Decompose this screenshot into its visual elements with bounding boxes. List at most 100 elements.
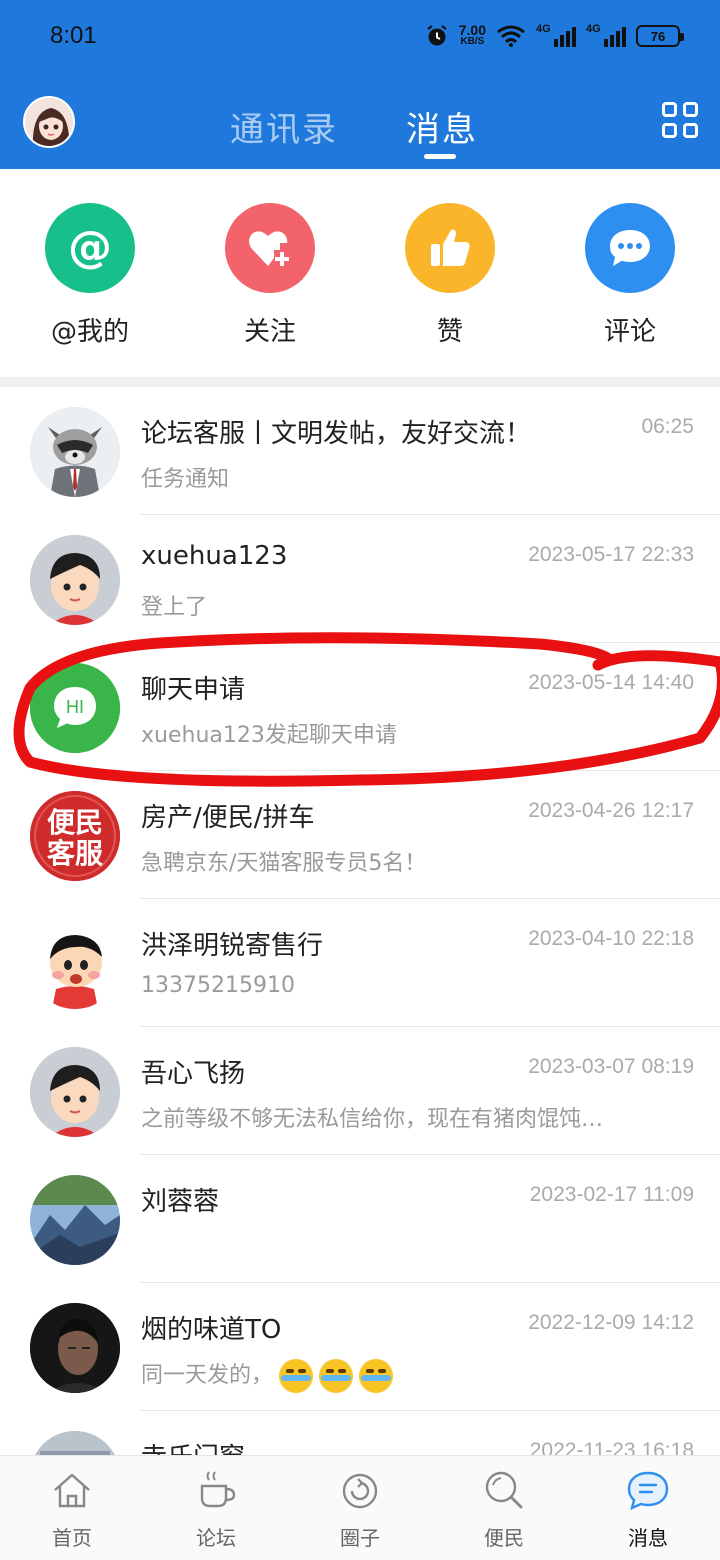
tab-contacts[interactable]: 通讯录 bbox=[230, 102, 338, 151]
quick-action-at-me[interactable]: @ @我的 bbox=[20, 203, 160, 348]
message-time: 2023-04-10 22:18 bbox=[528, 927, 694, 950]
message-preview: 13375215910 bbox=[141, 973, 295, 998]
message-row[interactable]: 便民 客服 房产/便民/拼车 急聘京东/天猫客服专员5名！ 2023-04-26… bbox=[0, 771, 720, 899]
search-icon bbox=[485, 1471, 523, 1509]
thumbs-up-icon bbox=[405, 203, 495, 293]
nav-forum[interactable]: 论坛 bbox=[166, 1468, 266, 1551]
message-row[interactable]: 论坛客服丨文明发帖，友好交流！ 任务通知 06:25 bbox=[0, 387, 720, 515]
message-row[interactable]: 吾心飞扬 之前等级不够无法私信给你，现在有猪肉馄饨… 2023-03-07 08… bbox=[0, 1027, 720, 1155]
svg-text:@: @ bbox=[68, 222, 112, 273]
quick-action-comment[interactable]: 评论 bbox=[560, 203, 700, 348]
quick-action-label: @我的 bbox=[50, 317, 129, 347]
alarm-icon bbox=[427, 25, 447, 46]
message-time: 2023-03-07 08:19 bbox=[528, 1055, 694, 1078]
tab-messages[interactable]: 消息 bbox=[406, 102, 478, 151]
grid-icon[interactable] bbox=[662, 102, 698, 138]
message-time: 2022-12-09 14:12 bbox=[528, 1311, 694, 1334]
signal-2-icon: 4G bbox=[586, 23, 626, 47]
message-row[interactable]: 烟的味道TO 同一天发的， 2022-12-09 14:12 bbox=[0, 1283, 720, 1411]
message-preview: 急聘京东/天猫客服专员5名！ bbox=[141, 851, 427, 876]
raccoon-avatar bbox=[30, 407, 120, 497]
bianmin-kefu-avatar: 便民 客服 bbox=[30, 791, 120, 881]
battery-icon: 76 bbox=[636, 25, 684, 47]
man-portrait-avatar bbox=[30, 1303, 120, 1393]
signal-1-icon: 4G bbox=[536, 23, 576, 47]
message-list: 论坛客服丨文明发帖，友好交流！ 任务通知 06:25 xuehua123 登上了… bbox=[0, 387, 720, 1455]
message-preview: 之前等级不够无法私信给你，现在有猪肉馄饨… bbox=[141, 1107, 604, 1132]
crying-laughing-emoji-icon bbox=[279, 1359, 314, 1393]
at-icon: @ bbox=[45, 203, 135, 293]
app-header: 8:01 7.00 KB/S 4G 4G 76 通讯录 消息 bbox=[0, 0, 720, 169]
message-row[interactable]: 刘蓉蓉 2023-02-17 11:09 bbox=[0, 1155, 720, 1283]
net-speed: 7.00 KB/S bbox=[458, 22, 486, 48]
status-icons: 7.00 KB/S 4G 4G 76 bbox=[425, 20, 684, 52]
crying-laughing-emoji-icon bbox=[319, 1359, 354, 1393]
home-icon bbox=[54, 1473, 90, 1508]
hi-text: HI bbox=[66, 697, 84, 717]
wifi-icon bbox=[497, 25, 525, 47]
section-divider bbox=[0, 377, 720, 387]
message-time: 06:25 bbox=[641, 415, 694, 438]
message-row[interactable]: 洪泽明锐寄售行 13375215910 2023-04-10 22:18 bbox=[0, 899, 720, 1027]
cartoon-boy-avatar bbox=[30, 535, 120, 625]
message-title: 聊天申请 bbox=[141, 675, 246, 705]
nav-label: 便民 bbox=[484, 1526, 524, 1550]
svg-text:客服: 客服 bbox=[47, 837, 104, 870]
message-bubble-icon bbox=[627, 1471, 669, 1511]
my-avatar[interactable] bbox=[23, 96, 75, 148]
heart-plus-icon bbox=[225, 203, 315, 293]
message-time: 2023-05-17 22:33 bbox=[528, 543, 694, 566]
message-title: 吾心飞扬 bbox=[141, 1059, 246, 1089]
message-preview: xuehua123发起聊天申请 bbox=[141, 723, 397, 748]
top-nav: 通讯录 消息 bbox=[0, 80, 720, 169]
message-title: xuehua123 bbox=[141, 541, 288, 571]
hi-chat-avatar: HI bbox=[30, 663, 120, 753]
nav-label: 消息 bbox=[628, 1526, 668, 1550]
nav-convenience[interactable]: 便民 bbox=[454, 1468, 554, 1551]
landscape-avatar bbox=[30, 1175, 120, 1265]
comment-icon bbox=[585, 203, 675, 293]
message-row[interactable]: 寺氏门窗 2022-11-23 16:18 bbox=[0, 1411, 720, 1455]
nav-label: 首页 bbox=[52, 1526, 92, 1550]
building-avatar bbox=[30, 1431, 120, 1455]
nav-label: 论坛 bbox=[196, 1526, 236, 1550]
quick-action-label: 评论 bbox=[603, 317, 656, 347]
nav-messages[interactable]: 消息 bbox=[598, 1468, 698, 1551]
girl-avatar-icon bbox=[25, 98, 73, 146]
message-row[interactable]: xuehua123 登上了 2023-05-17 22:33 bbox=[0, 515, 720, 643]
circle-refresh-icon bbox=[342, 1473, 378, 1509]
signal-1-label: 4G bbox=[536, 23, 551, 35]
message-title: 刘蓉蓉 bbox=[141, 1187, 220, 1217]
message-time: 2022-11-23 16:18 bbox=[529, 1439, 694, 1455]
message-title: 论坛客服丨文明发帖，友好交流！ bbox=[141, 419, 532, 449]
status-time: 8:01 bbox=[50, 22, 97, 49]
quick-action-label: 赞 bbox=[436, 317, 463, 347]
message-title: 烟的味道TO bbox=[141, 1315, 282, 1345]
quick-action-follow[interactable]: 关注 bbox=[200, 203, 340, 348]
cartoon-boy-avatar bbox=[30, 1047, 120, 1137]
crayon-kid-avatar bbox=[30, 919, 120, 1009]
status-bar: 8:01 7.00 KB/S 4G 4G 76 bbox=[0, 0, 720, 72]
message-time: 2023-04-26 12:17 bbox=[528, 799, 694, 822]
message-preview-text: 同一天发的， bbox=[141, 1363, 274, 1388]
quick-action-label: 关注 bbox=[243, 317, 296, 347]
coffee-cup-icon bbox=[200, 1471, 236, 1508]
nav-home[interactable]: 首页 bbox=[22, 1468, 122, 1551]
nav-label: 圈子 bbox=[340, 1526, 380, 1550]
signal-2-label: 4G bbox=[586, 23, 601, 35]
quick-actions: @ @我的 关注 赞 评论 bbox=[0, 169, 720, 377]
message-title: 寺氏门窗 bbox=[141, 1437, 245, 1455]
bottom-nav: 首页 论坛 圈子 便民 消息 bbox=[0, 1455, 720, 1560]
nav-circle[interactable]: 圈子 bbox=[310, 1468, 410, 1551]
message-preview: 登上了 bbox=[141, 595, 208, 620]
message-title: 洪泽明锐寄售行 bbox=[141, 931, 324, 961]
message-time: 2023-02-17 11:09 bbox=[529, 1183, 694, 1206]
crying-laughing-emoji-icon bbox=[359, 1359, 394, 1393]
svg-text:便民: 便民 bbox=[47, 806, 103, 839]
net-speed-value: 7.00 bbox=[458, 22, 486, 38]
message-row[interactable]: HI 聊天申请 xuehua123发起聊天申请 2023-05-14 14:40 bbox=[0, 643, 720, 771]
message-title: 房产/便民/拼车 bbox=[141, 803, 315, 833]
quick-action-like[interactable]: 赞 bbox=[380, 203, 520, 348]
battery-level: 76 bbox=[650, 28, 666, 44]
message-preview: 同一天发的， bbox=[141, 1357, 394, 1393]
